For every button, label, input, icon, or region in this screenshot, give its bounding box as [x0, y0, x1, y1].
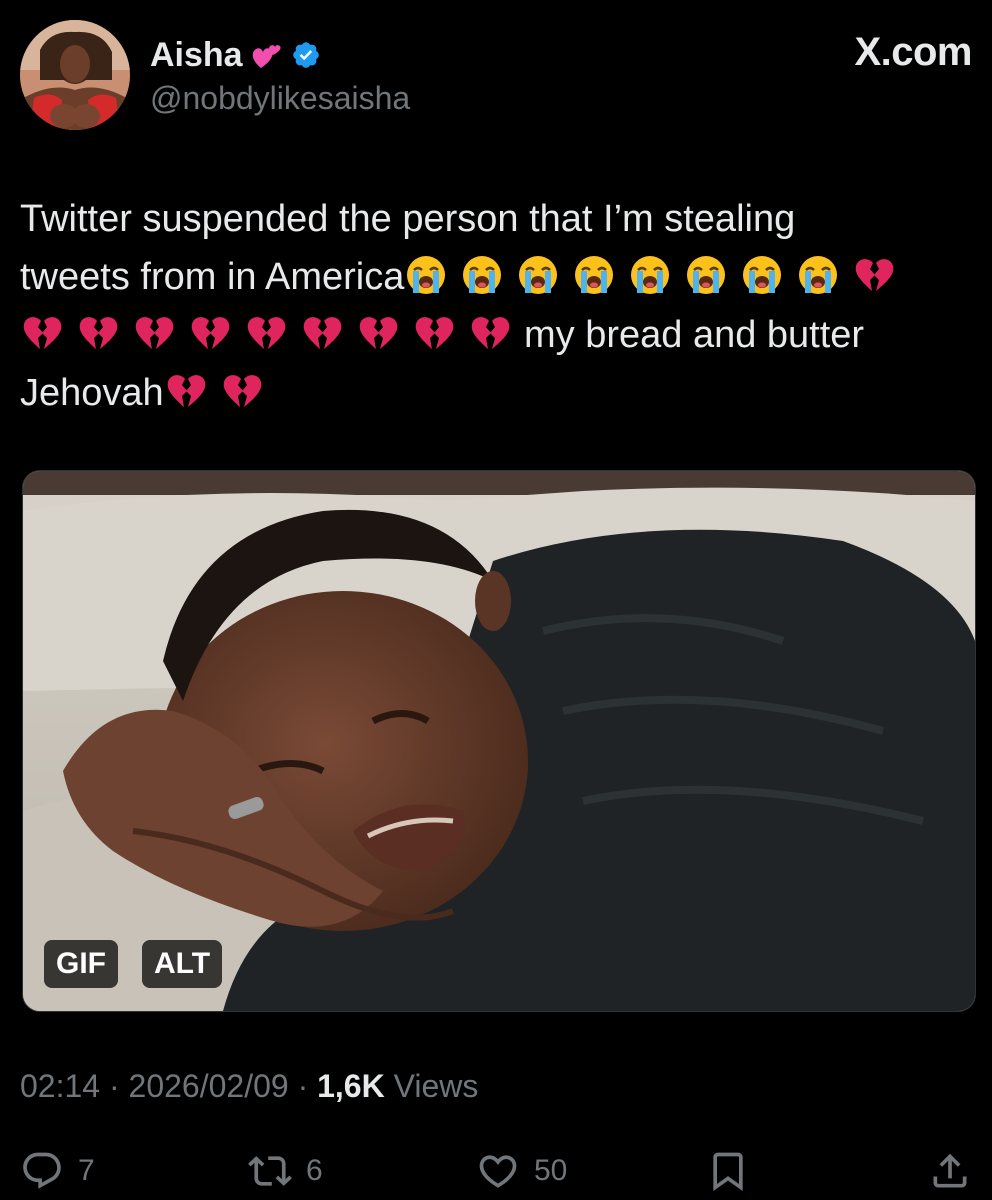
broken-heart-icon — [412, 311, 456, 355]
tweet-line-1-text: Twitter suspended the person that I’m st… — [20, 198, 796, 240]
views-label: Views — [393, 1068, 479, 1104]
meta-separator: · — [108, 1068, 120, 1104]
broken-heart-icon — [468, 311, 512, 355]
name-row: Aisha — [150, 30, 321, 80]
tweet-date[interactable]: 2026/02/09 — [129, 1068, 289, 1104]
views-count: 1,6K — [317, 1068, 385, 1104]
tweet-line-2: tweets from in America — [20, 248, 970, 306]
tweet-line-1: Twitter suspended the person that I’m st… — [20, 190, 970, 248]
broken-heart-icon — [20, 311, 64, 355]
verified-badge-icon — [291, 40, 321, 70]
tweet-meta: 02:14 · 2026/02/09 · 1,6K Views — [20, 1068, 478, 1105]
loudly-crying-face-icon — [628, 253, 672, 297]
gif-badge: GIF — [44, 940, 118, 988]
broken-heart-icon — [132, 311, 176, 355]
reply-button[interactable]: 7 — [20, 1146, 95, 1196]
broken-heart-icon — [852, 253, 896, 297]
tweet-text: Twitter suspended the person that I’m st… — [20, 190, 970, 422]
loudly-crying-face-icon — [796, 253, 840, 297]
tweet-line-4-text: Jehovah — [20, 372, 164, 414]
bookmark-button[interactable] — [706, 1146, 750, 1196]
retweet-icon — [248, 1149, 292, 1193]
brand-logo: X.com — [854, 30, 972, 74]
broken-heart-icon — [244, 311, 288, 355]
reply-count: 7 — [78, 1154, 95, 1187]
gif-image — [23, 471, 975, 1011]
loudly-crying-face-icon — [572, 253, 616, 297]
tweet-line-2-text: tweets from in America — [20, 256, 405, 298]
action-bar: 7 6 50 — [20, 1146, 972, 1196]
avatar-image — [20, 20, 130, 130]
loudly-crying-face-icon — [740, 253, 784, 297]
broken-heart-icon — [76, 311, 120, 355]
broken-heart-icon — [220, 369, 264, 413]
loudly-crying-face-icon — [684, 253, 728, 297]
broken-heart-icon — [356, 311, 400, 355]
meta-separator: · — [297, 1068, 309, 1104]
tweet-line-4: Jehovah — [20, 364, 970, 422]
alt-badge[interactable]: ALT — [142, 940, 223, 988]
share-icon — [928, 1149, 972, 1193]
tweet-line-4-emojis — [164, 372, 276, 414]
tweet-line-3-text: my bread and butter — [524, 314, 865, 356]
tweet-line-3: my bread and butter — [20, 306, 970, 364]
loudly-crying-face-icon — [460, 253, 504, 297]
display-name[interactable]: Aisha — [150, 36, 243, 75]
broken-heart-icon — [164, 369, 208, 413]
like-button[interactable]: 50 — [476, 1146, 567, 1196]
bookmark-icon — [706, 1149, 750, 1193]
like-count: 50 — [534, 1154, 568, 1187]
media-gif[interactable] — [22, 470, 976, 1012]
tweet-header: Aisha @nobdylikesaisha — [20, 20, 972, 132]
user-handle[interactable]: @nobdylikesaisha — [150, 80, 410, 117]
tweet-line-2-emojis — [404, 256, 908, 298]
two-hearts-icon — [249, 38, 283, 72]
retweet-button[interactable]: 6 — [248, 1146, 323, 1196]
reply-icon — [20, 1149, 64, 1193]
broken-heart-icon — [300, 311, 344, 355]
heart-icon — [476, 1149, 520, 1193]
loudly-crying-face-icon — [516, 253, 560, 297]
share-button[interactable] — [928, 1146, 972, 1196]
broken-heart-icon — [188, 311, 232, 355]
tweet-time[interactable]: 02:14 — [20, 1068, 100, 1104]
retweet-count: 6 — [306, 1154, 323, 1187]
tweet-line-3-emojis — [20, 314, 524, 356]
loudly-crying-face-icon — [404, 253, 448, 297]
avatar[interactable] — [20, 20, 130, 130]
